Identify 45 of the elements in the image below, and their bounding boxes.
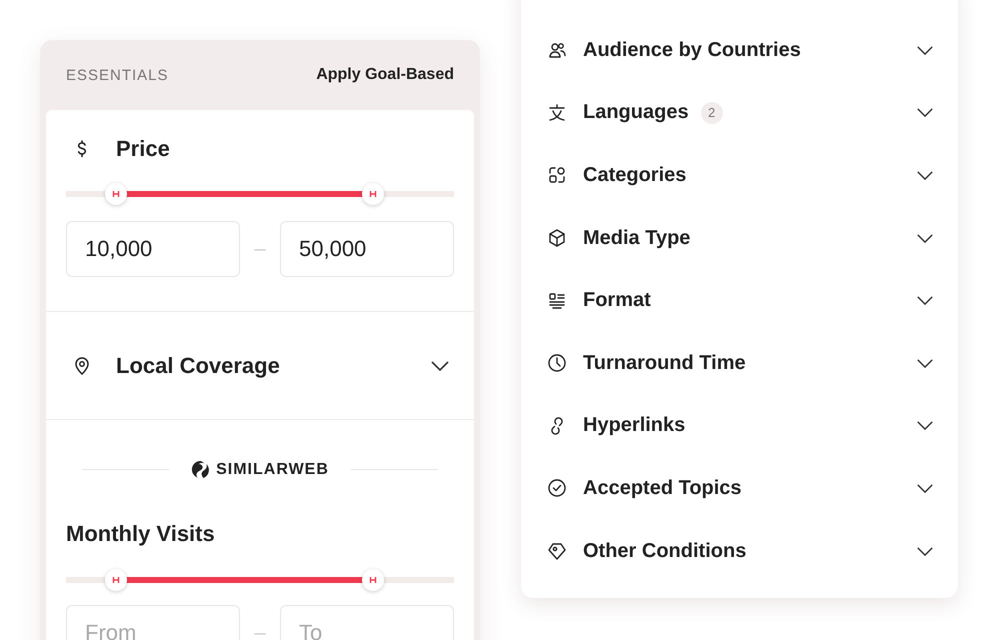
filter-label: Hyperlinks bbox=[583, 414, 686, 438]
people-icon bbox=[547, 40, 567, 60]
filter-label: Other Conditions bbox=[583, 540, 746, 563]
filter-label: Categories bbox=[583, 164, 686, 187]
filter-row[interactable]: Languages 2 bbox=[521, 82, 958, 144]
max-price-field[interactable]: 50,000 bbox=[280, 221, 454, 277]
clock-icon bbox=[547, 353, 567, 374]
min-visits-field[interactable]: From bbox=[66, 605, 240, 640]
filter-row[interactable]: Turnaround Time bbox=[521, 332, 958, 395]
filter-label: Audience by Countries bbox=[583, 38, 801, 62]
local-coverage-toggle[interactable]: Local Coverage bbox=[46, 312, 474, 420]
filter-label: Accepted Topics bbox=[583, 476, 742, 500]
slider-handle[interactable] bbox=[362, 183, 384, 205]
slider-handle[interactable] bbox=[105, 183, 128, 205]
translate-icon bbox=[547, 102, 567, 123]
filter-label: Languages bbox=[583, 101, 689, 124]
max-visits-field[interactable]: To bbox=[280, 605, 454, 640]
filter-row[interactable]: Accepted Topics bbox=[521, 457, 958, 520]
min-price-field[interactable]: 10,000 bbox=[66, 221, 240, 277]
section-title: Monthly Visits bbox=[66, 521, 216, 547]
range-separator: – bbox=[253, 238, 267, 260]
similarweb-logo-icon bbox=[191, 460, 210, 479]
categories-icon bbox=[547, 165, 567, 186]
filter-label: Turnaround Time bbox=[583, 352, 746, 375]
tag-icon bbox=[547, 541, 567, 562]
filter-label: Format bbox=[583, 289, 651, 312]
filter-row[interactable]: Audience by Countries bbox=[521, 19, 958, 82]
slider-handle[interactable] bbox=[105, 569, 128, 591]
section-title: Price bbox=[116, 136, 170, 162]
filter-row[interactable]: Media Type bbox=[521, 206, 958, 270]
slider-handle[interactable] bbox=[362, 569, 384, 591]
count-badge: 2 bbox=[700, 102, 723, 124]
range-separator: – bbox=[253, 622, 267, 640]
check-circle-icon bbox=[547, 478, 567, 498]
section-heading: ESSENTIALS bbox=[66, 66, 169, 84]
filter-row[interactable]: Format bbox=[521, 269, 958, 332]
format-icon bbox=[547, 290, 567, 311]
filter-row[interactable]: Hyperlinks bbox=[521, 394, 958, 458]
filter-row[interactable]: Categories bbox=[521, 144, 958, 207]
brand-name: SIMILARWEB bbox=[216, 460, 329, 478]
filter-label: Media Type bbox=[583, 226, 690, 250]
cube-icon bbox=[547, 228, 567, 248]
section-title: Local Coverage bbox=[116, 352, 281, 378]
apply-goal-button[interactable]: Apply Goal-Based bbox=[316, 66, 454, 84]
filter-row[interactable]: Other Conditions bbox=[521, 520, 958, 582]
